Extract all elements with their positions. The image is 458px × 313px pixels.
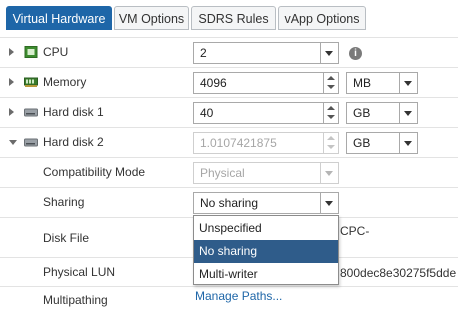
memory-row: Memory 4096 MB <box>0 67 458 97</box>
sharing-option-no-sharing[interactable]: No sharing <box>194 240 338 263</box>
tab-virtual-hardware[interactable]: Virtual Hardware <box>6 6 112 30</box>
chevron-down-icon <box>320 163 338 183</box>
chevron-down-icon[interactable] <box>399 103 417 123</box>
hard-disk-1-row: Hard disk 1 40 GB <box>0 97 458 127</box>
hard-disk-2-unit-select[interactable]: GB <box>346 132 418 154</box>
sharing-select[interactable]: No sharing <box>193 192 339 214</box>
memory-label: Memory <box>43 75 87 89</box>
hard-disk-1-unit-select[interactable]: GB <box>346 102 418 124</box>
sharing-option-multi-writer[interactable]: Multi-writer <box>194 263 338 286</box>
expand-arrow-icon[interactable] <box>9 78 14 86</box>
compatibility-mode-select: Physical <box>193 162 339 184</box>
compatibility-mode-row: Compatibility Mode Physical <box>0 157 458 187</box>
disk-file-value: CPC- <box>340 224 370 238</box>
disk-file-label: Disk File <box>43 231 90 245</box>
tab-bar: Virtual Hardware VM Options SDRS Rules v… <box>0 0 458 36</box>
tab-vapp-options[interactable]: vApp Options <box>278 6 366 30</box>
spinner-icon <box>323 133 338 153</box>
hard-disk-2-value: 1.0107421875 <box>200 136 277 150</box>
sharing-value: No sharing <box>200 196 259 210</box>
manage-paths-link[interactable]: Manage Paths... <box>195 289 282 303</box>
hard-disk-icon <box>24 138 38 147</box>
hard-disk-2-label: Hard disk 2 <box>43 135 104 149</box>
chevron-down-icon[interactable] <box>399 73 417 93</box>
memory-value: 4096 <box>200 76 227 90</box>
hard-disk-1-label: Hard disk 1 <box>43 105 104 119</box>
chevron-down-icon[interactable] <box>320 193 338 213</box>
memory-unit-select[interactable]: MB <box>346 72 418 94</box>
sharing-label: Sharing <box>43 195 85 209</box>
chevron-down-icon[interactable] <box>399 133 417 153</box>
hard-disk-icon <box>24 108 38 117</box>
hard-disk-1-value: 40 <box>200 106 214 120</box>
hard-disk-2-size-input: 1.0107421875 <box>193 132 339 154</box>
hard-disk-1-size-input[interactable]: 40 <box>193 102 339 124</box>
memory-size-input[interactable]: 4096 <box>193 72 339 94</box>
memory-unit: MB <box>353 76 371 90</box>
sharing-dropdown-menu: Unspecified No sharing Multi-writer <box>193 215 339 285</box>
multipathing-row: Multipathing Manage Paths... <box>0 286 458 307</box>
chevron-down-icon[interactable] <box>320 43 338 63</box>
cpu-icon <box>24 46 38 58</box>
hard-disk-1-unit: GB <box>353 106 371 120</box>
cpu-value: 2 <box>200 46 207 60</box>
expand-arrow-icon[interactable] <box>9 108 14 116</box>
cpu-row: CPU 2 i <box>0 37 458 67</box>
memory-icon <box>24 77 38 87</box>
hard-disk-2-unit: GB <box>353 136 371 150</box>
spinner-icon[interactable] <box>323 73 338 93</box>
tab-sdrs-rules[interactable]: SDRS Rules <box>191 6 276 30</box>
sharing-option-unspecified[interactable]: Unspecified <box>194 217 338 240</box>
compatibility-mode-value: Physical <box>200 166 245 180</box>
physical-lun-value: 800dec8e30275f5dde <box>340 266 457 280</box>
spinner-icon[interactable] <box>323 103 338 123</box>
hard-disk-2-row: Hard disk 2 1.0107421875 GB <box>0 127 458 157</box>
physical-lun-label: Physical LUN <box>43 265 116 279</box>
sharing-row: Sharing No sharing <box>0 187 458 217</box>
tab-vm-options[interactable]: VM Options <box>114 6 189 30</box>
info-icon[interactable]: i <box>349 47 362 60</box>
multipathing-label: Multipathing <box>43 293 108 307</box>
cpu-count-select[interactable]: 2 <box>193 42 339 64</box>
collapse-arrow-icon[interactable] <box>9 140 17 145</box>
cpu-label: CPU <box>43 45 69 59</box>
compatibility-mode-label: Compatibility Mode <box>43 165 146 179</box>
expand-arrow-icon[interactable] <box>9 48 14 56</box>
